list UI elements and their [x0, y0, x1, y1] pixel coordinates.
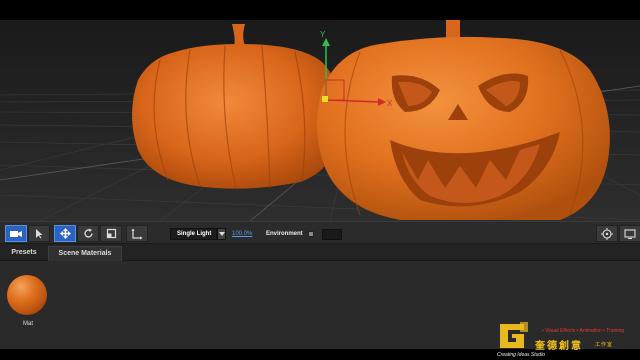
- material-name: Mat: [22, 321, 33, 327]
- gizmo-y-label: Y: [320, 30, 326, 39]
- local-axis-button[interactable]: [126, 225, 148, 242]
- frame-target-icon: [601, 227, 613, 240]
- lighting-mode-select[interactable]: Single Light: [170, 228, 217, 240]
- panel-tabs: Presets Scene Materials: [0, 244, 640, 261]
- scale-icon: [106, 228, 116, 239]
- scale-tool-button[interactable]: [100, 225, 122, 242]
- jack-o-lantern: [316, 20, 610, 220]
- camera-tool-button[interactable]: [5, 225, 27, 242]
- viewport-scene: Y X: [0, 20, 640, 221]
- studio-english-name: Creating Ideas Studio: [497, 352, 546, 358]
- lighting-control: Single Light 100.0%: [170, 227, 252, 241]
- tab-presets[interactable]: Presets: [2, 246, 46, 261]
- camera-icon: [10, 230, 22, 237]
- local-axis-icon: [131, 228, 143, 239]
- studio-tagline: • Visual Effects • Animation • Training: [542, 328, 625, 334]
- chevron-down-icon: [218, 232, 225, 236]
- rotate-tool-button[interactable]: [77, 225, 99, 242]
- environment-control: Environment: [266, 227, 342, 241]
- frame-target-button[interactable]: [596, 225, 618, 242]
- tab-scene-materials[interactable]: Scene Materials: [48, 246, 122, 261]
- pumpkin-left: [132, 24, 341, 189]
- select-arrow-icon: [36, 229, 43, 239]
- environment-checkbox[interactable]: [307, 231, 314, 237]
- material-swatch[interactable]: [7, 275, 47, 315]
- material-item[interactable]: Mat: [7, 275, 49, 327]
- light-intensity-value[interactable]: 100.0%: [232, 231, 252, 237]
- letterbox-top: [0, 0, 640, 20]
- select-tool-button[interactable]: [28, 225, 50, 242]
- screen-view-button[interactable]: [619, 225, 640, 242]
- studio-chinese-sub: 工作室: [595, 342, 614, 348]
- environment-field[interactable]: [321, 228, 342, 240]
- lighting-dropdown-button[interactable]: [217, 228, 226, 240]
- 3d-viewport[interactable]: Y X: [0, 20, 640, 221]
- screen-icon: [624, 228, 636, 239]
- studio-watermark: • Visual Effects • Animation • Training …: [496, 318, 640, 360]
- environment-label: Environment: [266, 231, 303, 237]
- move-tool-button[interactable]: [54, 225, 76, 242]
- rotate-icon: [83, 228, 93, 238]
- viewport-toolbar: Single Light 100.0% Environment: [0, 221, 640, 244]
- move-icon: [59, 228, 71, 239]
- gizmo-x-label: X: [387, 99, 393, 108]
- studio-chinese-name: 奎德創意: [535, 341, 583, 352]
- studio-logo-mark: [500, 322, 528, 348]
